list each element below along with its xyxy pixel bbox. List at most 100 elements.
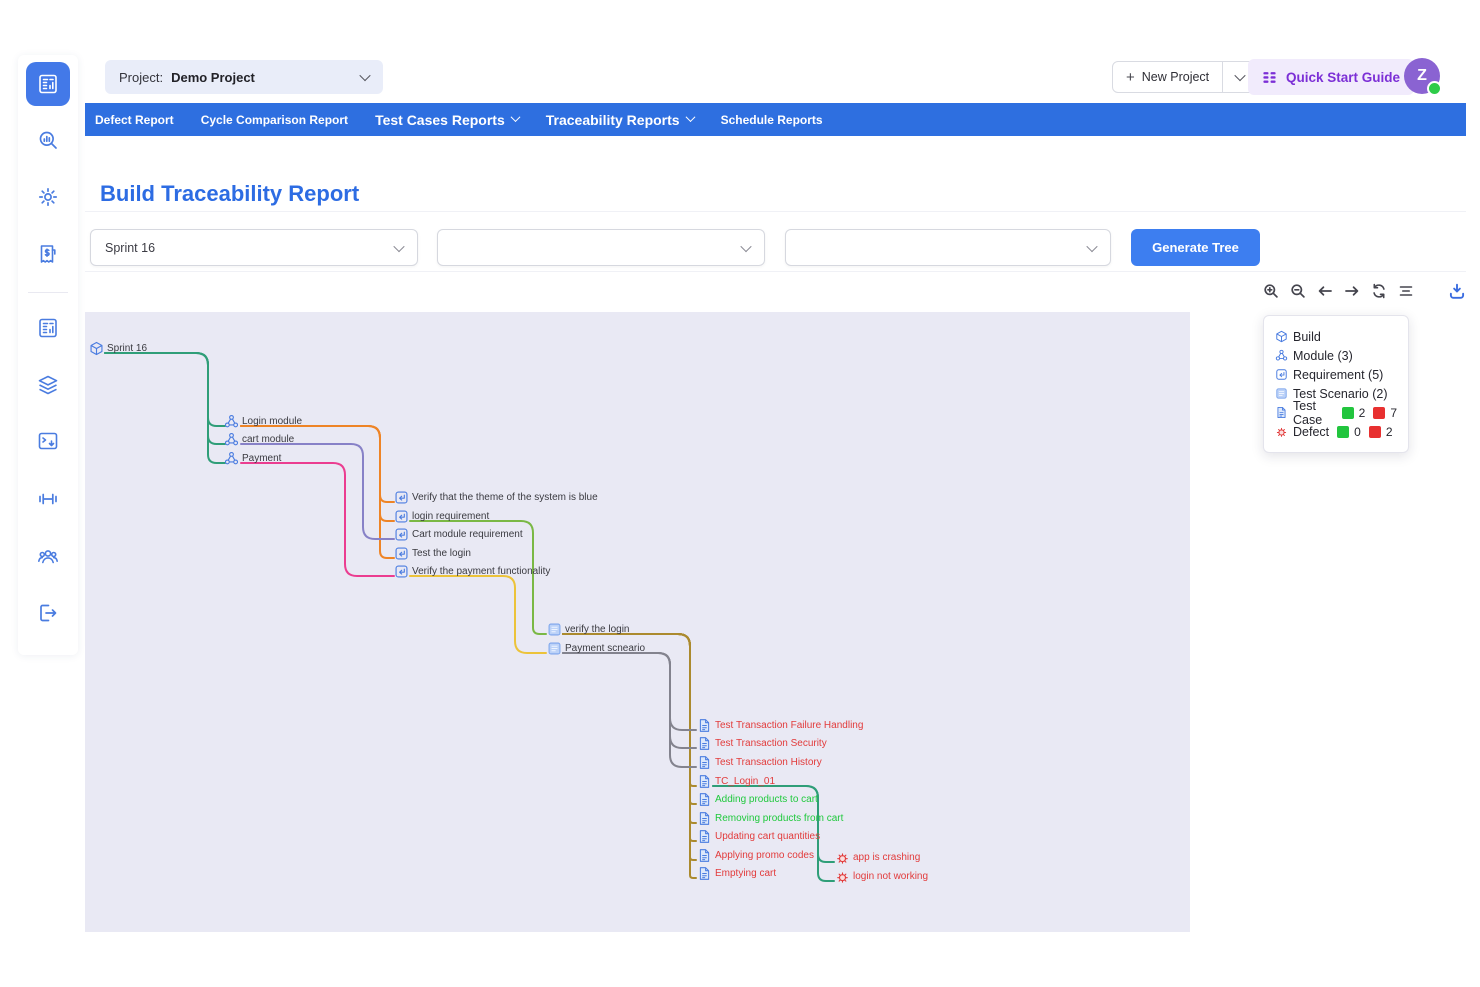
avatar-initial: Z bbox=[1417, 67, 1427, 85]
tree-node-defect[interactable]: login not working bbox=[835, 869, 928, 884]
requirement-icon bbox=[394, 546, 409, 561]
tree-node-build[interactable]: Sprint 16 bbox=[89, 341, 147, 356]
tree-node-module[interactable]: Payment bbox=[224, 451, 281, 466]
requirement-icon bbox=[394, 490, 409, 505]
align-icon[interactable] bbox=[1397, 282, 1415, 300]
tree-toolbar bbox=[1262, 282, 1466, 300]
tree-node-testcase[interactable]: Test Transaction Failure Handling bbox=[697, 718, 863, 733]
tree-edge bbox=[563, 653, 696, 730]
legend-row-requirement: Requirement (5) bbox=[1275, 365, 1397, 384]
download-icon[interactable] bbox=[1448, 282, 1466, 300]
sprint-select[interactable]: Sprint 16 bbox=[90, 229, 418, 266]
quick-start-guide-label: Quick Start Guide bbox=[1286, 70, 1400, 85]
tree-node-testcase[interactable]: Updating cart quantities bbox=[697, 829, 820, 844]
sidebar-item-report-outline report-outline-icon[interactable] bbox=[30, 310, 66, 346]
chevron-down-icon bbox=[740, 240, 751, 251]
pass-count: 2 bbox=[1359, 406, 1366, 420]
tree-node-requirement[interactable]: Verify the payment functionality bbox=[394, 564, 550, 579]
project-name: Demo Project bbox=[171, 70, 255, 85]
scenario-icon bbox=[547, 641, 562, 656]
zoom-out-icon[interactable] bbox=[1289, 282, 1307, 300]
tree-node-testcase[interactable]: Emptying cart bbox=[697, 866, 776, 881]
nav-item-defect-report[interactable]: Defect Report bbox=[95, 113, 174, 127]
tree-node-testcase[interactable]: Removing products from cart bbox=[697, 811, 843, 826]
legend-row-testcase: Test Case27 bbox=[1275, 403, 1397, 422]
avatar[interactable]: Z bbox=[1404, 58, 1440, 94]
tree-node-testcase[interactable]: Adding products to cart bbox=[697, 792, 818, 807]
sidebar-item-analytics-search analytics-search-icon[interactable] bbox=[30, 122, 66, 158]
tree-node-requirement[interactable]: login requirement bbox=[394, 509, 489, 524]
tree-node-defect[interactable]: app is crashing bbox=[835, 850, 920, 865]
sidebar-item-pipeline pipeline-icon[interactable] bbox=[30, 481, 66, 517]
sidebar-item-layers layers-icon[interactable] bbox=[30, 367, 66, 403]
tree-node-label: Cart module requirement bbox=[412, 529, 523, 540]
new-project-label: New Project bbox=[1142, 70, 1209, 84]
tree-node-requirement[interactable]: Cart module requirement bbox=[394, 527, 523, 542]
testcase-icon bbox=[1275, 406, 1288, 419]
chevron-down-icon bbox=[685, 112, 695, 122]
defect-icon bbox=[835, 869, 850, 884]
reports-navbar: Defect Report Cycle Comparison Report Test… bbox=[85, 103, 1466, 136]
tree-node-label: verify the login bbox=[565, 624, 629, 635]
filter-select-3[interactable] bbox=[785, 229, 1111, 266]
nav-item-test-cases-reports[interactable]: Test Cases Reports bbox=[375, 112, 519, 128]
tree-node-testcase[interactable]: Test Transaction Security bbox=[697, 736, 827, 751]
sidebar-item-report report-icon[interactable] bbox=[26, 62, 70, 106]
tree-node-scenario[interactable]: Payment scneario bbox=[547, 641, 645, 656]
tree-node-label: Test Transaction Failure Handling bbox=[715, 720, 863, 731]
tree-node-label: Test the login bbox=[412, 548, 471, 559]
nav-item-label: Schedule Reports bbox=[721, 113, 823, 127]
sidebar-item-team team-icon[interactable] bbox=[30, 538, 66, 574]
requirement-icon bbox=[394, 564, 409, 579]
nav-item-schedule-reports[interactable]: Schedule Reports bbox=[721, 113, 823, 127]
tree-node-testcase[interactable]: TC_Login_01 bbox=[697, 774, 775, 789]
fail-count: 7 bbox=[1390, 406, 1397, 420]
tree-node-label: Verify that the theme of the system is b… bbox=[412, 492, 598, 503]
tree-node-label: Payment bbox=[242, 453, 281, 464]
tree-node-label: Removing products from cart bbox=[715, 813, 843, 824]
generate-tree-button[interactable]: Generate Tree bbox=[1131, 229, 1260, 266]
testcase-icon bbox=[697, 848, 712, 863]
tree-node-scenario[interactable]: verify the login bbox=[547, 622, 629, 637]
tree-node-module[interactable]: Login module bbox=[224, 414, 302, 429]
tree-node-label: Emptying cart bbox=[715, 868, 776, 879]
sidebar-item-logout logout-icon[interactable] bbox=[30, 595, 66, 631]
refresh-icon[interactable] bbox=[1370, 282, 1388, 300]
sidebar bbox=[18, 55, 78, 655]
tree-node-requirement[interactable]: Test the login bbox=[394, 546, 471, 561]
nav-item-cycle-comparison-report[interactable]: Cycle Comparison Report bbox=[201, 113, 348, 127]
tree-edge bbox=[410, 576, 546, 653]
legend-row-build: Build bbox=[1275, 327, 1397, 346]
module-icon bbox=[224, 414, 239, 429]
arrow-right-icon[interactable] bbox=[1343, 282, 1361, 300]
tree-node-label: TC_Login_01 bbox=[715, 776, 775, 787]
tree-node-label: cart module bbox=[242, 434, 294, 445]
defect-icon bbox=[835, 850, 850, 865]
tree-node-testcase[interactable]: Test Transaction History bbox=[697, 755, 822, 770]
new-project-button[interactable]: + New Project bbox=[1112, 61, 1223, 93]
build-icon bbox=[1275, 330, 1288, 343]
project-selector[interactable]: Project: Demo Project bbox=[105, 60, 383, 94]
tree-node-label: Sprint 16 bbox=[107, 343, 147, 354]
pass-chip bbox=[1342, 407, 1354, 419]
tree-node-testcase[interactable]: Applying promo codes bbox=[697, 848, 814, 863]
scenario-icon bbox=[1275, 387, 1288, 400]
sidebar-item-billing billing-icon[interactable] bbox=[30, 236, 66, 272]
chevron-down-icon bbox=[1086, 240, 1097, 251]
arrow-left-icon[interactable] bbox=[1316, 282, 1334, 300]
filter-select-2[interactable] bbox=[437, 229, 765, 266]
tree-node-label: Test Transaction History bbox=[715, 757, 822, 768]
chevron-down-icon bbox=[359, 70, 370, 81]
sidebar-item-settings-gear settings-gear-icon[interactable] bbox=[30, 179, 66, 215]
tree-node-label: Verify the payment functionality bbox=[412, 566, 550, 577]
tree-node-requirement[interactable]: Verify that the theme of the system is b… bbox=[394, 490, 598, 505]
nav-item-traceability-reports[interactable]: Traceability Reports bbox=[546, 112, 694, 128]
legend-label: Defect bbox=[1293, 425, 1329, 439]
divider bbox=[85, 271, 1466, 272]
zoom-in-icon[interactable] bbox=[1262, 282, 1280, 300]
sidebar-item-terminal-export terminal-export-icon[interactable] bbox=[30, 423, 66, 459]
quick-start-guide-button[interactable]: Quick Start Guide bbox=[1248, 59, 1414, 95]
fail-chip bbox=[1369, 426, 1381, 438]
testcase-icon bbox=[697, 736, 712, 751]
tree-node-module[interactable]: cart module bbox=[224, 432, 294, 447]
